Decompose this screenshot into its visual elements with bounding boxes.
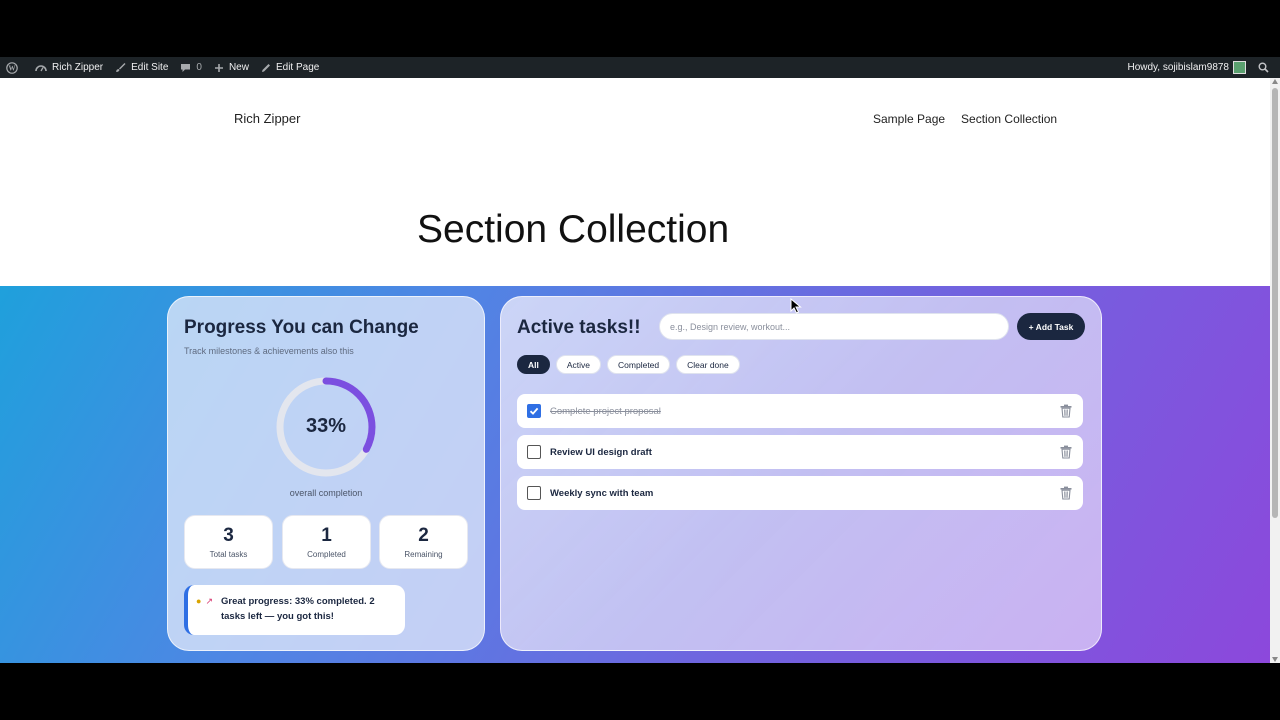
trash-icon[interactable] [1059, 445, 1073, 459]
chart-up-icon: ↗ [205, 596, 213, 606]
page-title: Section Collection [417, 208, 730, 251]
admin-site-name[interactable]: Rich Zipper [29, 57, 109, 78]
admin-account[interactable]: Howdy, sojibislam9878 [1121, 57, 1252, 78]
filter-completed[interactable]: Completed [607, 355, 671, 374]
avatar [1233, 61, 1246, 74]
filter-active[interactable]: Active [555, 355, 602, 374]
admin-new[interactable]: New [208, 57, 255, 78]
admin-edit-page-label: Edit Page [275, 62, 320, 73]
mouse-cursor-icon [790, 298, 802, 314]
scrollbar-thumb[interactable] [1272, 88, 1278, 518]
admin-comments[interactable]: 0 [174, 57, 208, 78]
progress-subtitle: Track milestones & achievements also thi… [184, 346, 354, 356]
trash-icon[interactable] [1059, 486, 1073, 500]
checkmark-icon [529, 407, 539, 415]
page-viewport: Rich Zipper Sample Page Section Collecti… [0, 78, 1270, 663]
task-row: Review UI design draft [517, 435, 1083, 469]
stat-completed: 1 Completed [282, 515, 371, 569]
progress-tip-text: Great progress: 33% completed. 2 tasks l… [220, 596, 375, 622]
task-checkbox[interactable] [527, 445, 541, 459]
tasks-title: Active tasks!! [517, 317, 641, 338]
progress-card: Progress You can Change Track milestones… [167, 296, 485, 651]
comment-icon [181, 63, 191, 72]
admin-bar: W Rich Zipper Edit Site 0 New Edit Page … [0, 57, 1280, 78]
task-filters: All Active Completed Clear done [517, 355, 740, 374]
admin-edit-site[interactable]: Edit Site [109, 57, 174, 78]
admin-edit-site-label: Edit Site [131, 62, 169, 73]
admin-edit-page[interactable]: Edit Page [255, 57, 325, 78]
wordpress-logo-icon[interactable]: W [0, 57, 29, 78]
tasks-card: Active tasks!! + Add Task All Active Com… [500, 296, 1102, 651]
task-checkbox[interactable] [527, 486, 541, 500]
stat-completed-label: Completed [307, 550, 346, 559]
stat-total-tasks: 3 Total tasks [184, 515, 273, 569]
pencil-icon [261, 63, 270, 72]
admin-search[interactable] [1252, 57, 1280, 78]
stat-remaining-label: Remaining [404, 550, 443, 559]
admin-howdy: Howdy, sojibislam9878 [1127, 62, 1229, 73]
svg-text:W: W [9, 64, 16, 72]
stat-total-value: 3 [223, 525, 234, 546]
task-row: Complete project proposal [517, 394, 1083, 428]
scroll-down-arrow-icon[interactable] [1272, 657, 1278, 662]
filter-all[interactable]: All [517, 355, 550, 374]
task-input[interactable] [659, 313, 1009, 340]
plus-icon [214, 63, 223, 72]
trash-icon[interactable] [1059, 404, 1073, 418]
filter-clear-done[interactable]: Clear done [676, 355, 740, 374]
nav-item-sample-page[interactable]: Sample Page [873, 112, 945, 126]
add-task-button[interactable]: + Add Task [1017, 313, 1085, 340]
admin-new-label: New [228, 62, 249, 73]
search-icon [1258, 62, 1269, 73]
main-nav: Sample Page Section Collection [873, 112, 1057, 126]
task-label: Complete project proposal [550, 405, 661, 417]
stat-remaining-value: 2 [418, 525, 429, 546]
admin-comments-count: 0 [196, 62, 202, 73]
progress-tip: ● ↗ Great progress: 33% completed. 2 task… [184, 585, 405, 635]
lightbulb-icon: ● ↗ [196, 596, 213, 606]
brush-icon [116, 63, 126, 72]
dashboard-icon [35, 64, 47, 71]
site-title[interactable]: Rich Zipper [234, 111, 300, 126]
task-checkbox[interactable] [527, 404, 541, 418]
gradient-section: Progress You can Change Track milestones… [0, 286, 1270, 663]
scroll-up-arrow-icon[interactable] [1272, 79, 1278, 84]
nav-item-section-collection[interactable]: Section Collection [961, 112, 1057, 126]
stat-total-label: Total tasks [209, 550, 248, 559]
admin-site-name-label: Rich Zipper [52, 62, 104, 73]
task-label: Weekly sync with team [550, 487, 654, 499]
stat-remaining: 2 Remaining [379, 515, 468, 569]
progress-title: Progress You can Change [184, 317, 419, 338]
task-label: Review UI design draft [550, 446, 652, 458]
stat-completed-value: 1 [321, 525, 332, 546]
progress-percent: 33% [305, 415, 347, 437]
task-row: Weekly sync with team [517, 476, 1083, 510]
page-scrollbar[interactable] [1270, 78, 1280, 663]
overall-completion-label: overall completion [289, 488, 363, 498]
